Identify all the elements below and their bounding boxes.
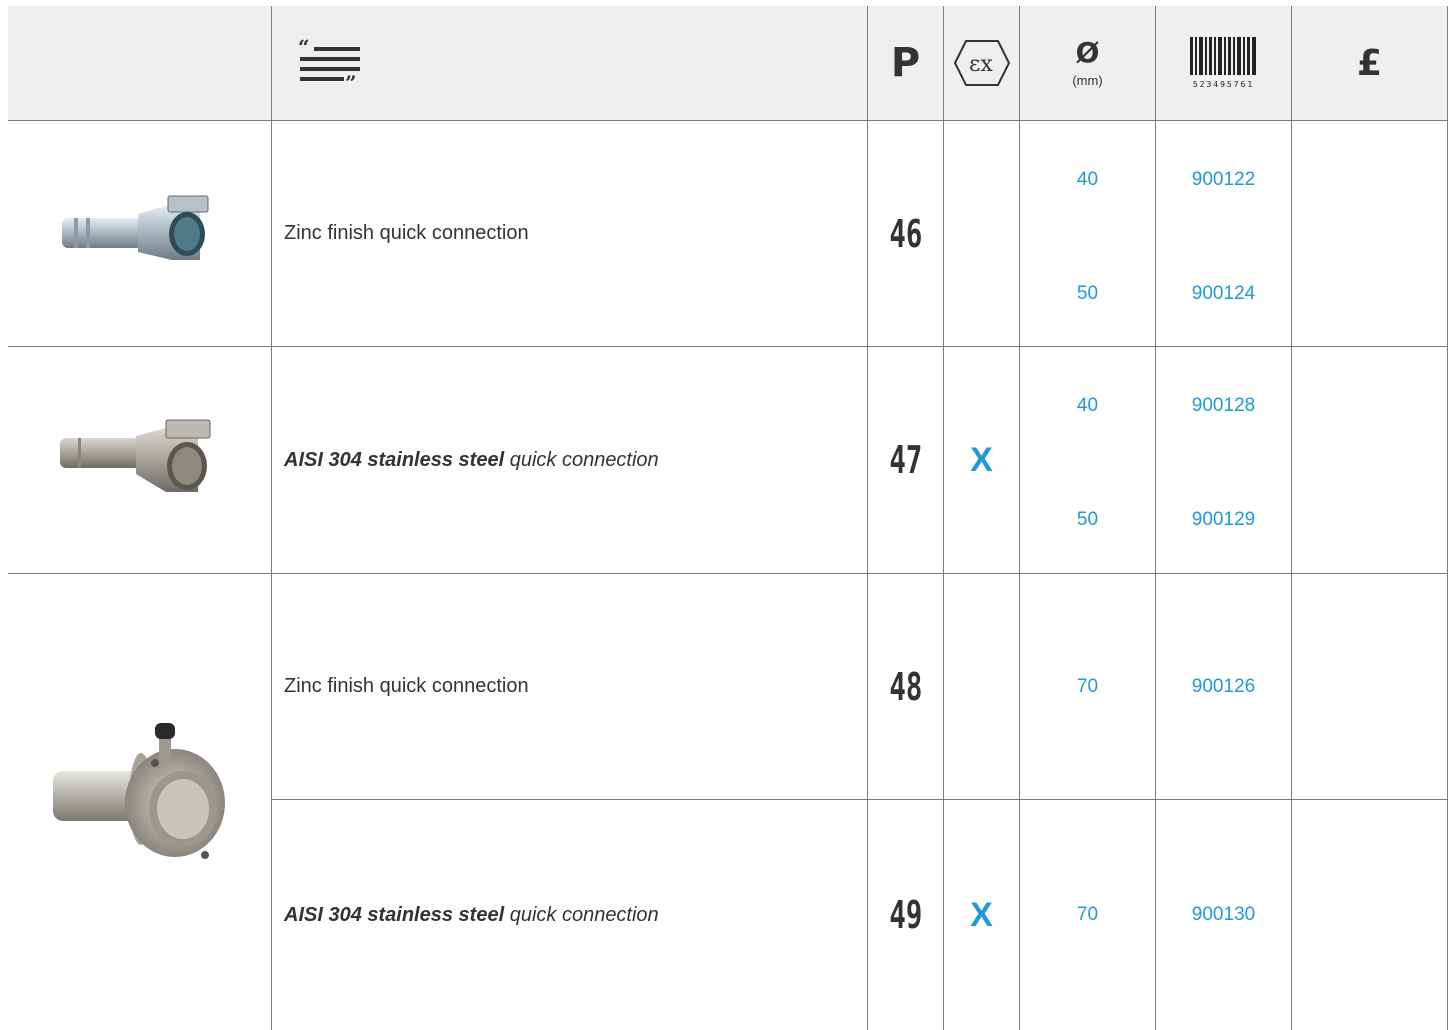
diameter-unit: (mm) [1072, 72, 1103, 88]
product-table: “ ” P εx Ø (mm) 523495761 £ Zinc finish … [8, 6, 1448, 1030]
row3-code-cell: 900126 [1156, 574, 1292, 800]
row2-image-cell [8, 347, 272, 574]
row2-code-cell: 900128 900129 [1156, 347, 1292, 574]
header-barcode-cell: 523495761 [1156, 6, 1292, 121]
row3-image-cell [8, 574, 272, 1030]
row4-diameter-1: 70 [1076, 904, 1099, 925]
row4-description-cell: AISI 304 stainless steel quick connectio… [272, 800, 868, 1030]
row1-page-number: 46 [889, 211, 922, 256]
row2-description-cell: AISI 304 stainless steel quick connectio… [272, 347, 868, 574]
row4-atex-mark: X [970, 895, 993, 934]
row2-diameter-1: 40 [1076, 395, 1099, 416]
header-description-cell: “ ” [272, 6, 868, 121]
ex-atex-icon: εx [953, 40, 1010, 86]
row2-diameter-cell: 40 50 [1020, 347, 1156, 574]
row2-page-cell: 47 [868, 347, 944, 574]
row4-atex-cell: X [944, 800, 1020, 1030]
header-atex-cell: εx [944, 6, 1020, 121]
row3-diameter-1: 70 [1076, 676, 1099, 697]
row2-code-1: 900128 [1191, 395, 1256, 416]
row1-diameter-2: 50 [1076, 283, 1099, 304]
row1-page-cell: 46 [868, 121, 944, 347]
svg-text:”: ” [345, 71, 357, 89]
header-page-label: P [890, 40, 921, 86]
row1-atex-cell [944, 121, 1020, 347]
header-price-label: £ [1356, 42, 1383, 84]
row3-code-1: 900126 [1191, 676, 1256, 697]
row1-diameter-1: 40 [1076, 169, 1099, 190]
row2-page-number: 47 [889, 438, 922, 482]
row1-code-1: 900122 [1191, 169, 1256, 190]
stainless-quick-connection-small-image [59, 419, 210, 492]
header-page-cell: P [868, 6, 944, 121]
barcode-digits: 523495761 [1192, 80, 1255, 89]
row2-atex-cell: X [944, 347, 1020, 574]
row4-description-rest: quick connection [504, 903, 659, 926]
row3-diameter-cell: 70 [1020, 574, 1156, 800]
row2-diameter-2: 50 [1076, 509, 1099, 530]
row1-code-2: 900124 [1191, 283, 1256, 304]
row1-code-cell: 900122 900124 [1156, 121, 1292, 347]
row1-image-cell [8, 121, 272, 347]
svg-text:“: “ [298, 37, 310, 59]
row4-description-bold: AISI 304 stainless steel [284, 903, 505, 926]
header-diameter-cell: Ø (mm) [1020, 6, 1156, 121]
row2-description-bold: AISI 304 stainless steel [284, 448, 505, 471]
row1-description-cell: Zinc finish quick connection [272, 121, 868, 347]
row2-price-cell [1292, 347, 1448, 574]
row3-description: Zinc finish quick connection [284, 675, 529, 697]
header-image-cell [8, 6, 272, 121]
row4-page-number: 49 [889, 893, 922, 937]
row4-diameter-cell: 70 [1020, 800, 1156, 1030]
row1-price-cell [1292, 121, 1448, 347]
diameter-symbol: Ø [1075, 35, 1100, 69]
row3-atex-cell [944, 574, 1020, 800]
row4-code-cell: 900130 [1156, 800, 1292, 1030]
row4-price-cell [1292, 800, 1448, 1030]
row2-description-rest: quick connection [504, 448, 659, 471]
row1-diameter-cell: 40 50 [1020, 121, 1156, 347]
row2-atex-mark: X [970, 440, 993, 479]
flanged-quick-connection-image [52, 723, 225, 859]
quote-lines-icon: “ ” [298, 37, 360, 89]
row2-code-2: 900129 [1191, 509, 1256, 530]
row3-description-cell: Zinc finish quick connection [272, 574, 868, 800]
row4-page-cell: 49 [868, 800, 944, 1030]
header-price-cell: £ [1292, 6, 1448, 121]
row3-price-cell [1292, 574, 1448, 800]
row3-page-cell: 48 [868, 574, 944, 800]
row4-code-1: 900130 [1191, 904, 1256, 925]
row1-description: Zinc finish quick connection [284, 222, 529, 244]
zinc-quick-connection-small-image [61, 195, 208, 260]
row3-page-number: 48 [889, 664, 922, 709]
svg-text:εx: εx [969, 52, 993, 77]
